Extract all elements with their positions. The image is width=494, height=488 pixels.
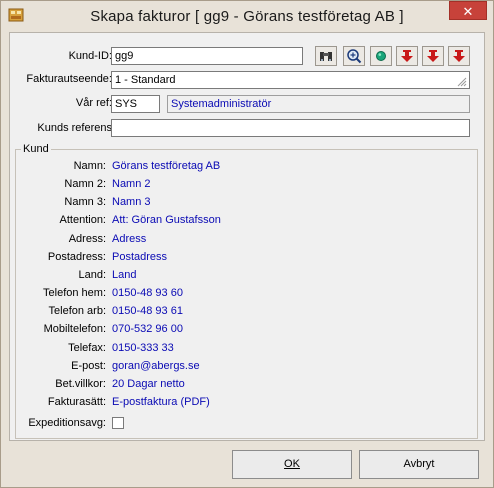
kund-id-input[interactable]: gg9 bbox=[111, 47, 303, 65]
kund-field-label: Mobiltelefon: bbox=[43, 323, 106, 335]
kund-field-value: 0150-48 93 60 bbox=[112, 287, 183, 299]
var-ref-code-input[interactable]: SYS bbox=[111, 95, 160, 113]
close-button[interactable]: ✕ bbox=[449, 1, 487, 20]
red-down-arrow-icon bbox=[401, 50, 413, 62]
kund-id-label: Kund-ID: bbox=[68, 50, 112, 62]
kund-field-value: Namn 3 bbox=[112, 196, 151, 208]
zoom-in-icon bbox=[347, 49, 362, 64]
ok-button-label: OK bbox=[284, 458, 300, 470]
resize-grip-icon bbox=[457, 77, 467, 87]
kunds-referens-label: Kunds referens bbox=[37, 122, 112, 134]
kund-field-label: Telefon hem: bbox=[43, 287, 106, 299]
avbryt-button-label: Avbryt bbox=[403, 458, 435, 470]
kund-field-value: 20 Dagar netto bbox=[112, 378, 185, 390]
expeditionsavg-label: Expeditionsavg: bbox=[28, 417, 106, 429]
kund-field-value: 070-532 96 00 bbox=[112, 323, 183, 335]
kund-field-label: Adress: bbox=[68, 233, 106, 245]
status-button[interactable] bbox=[370, 46, 392, 66]
action-button-2[interactable] bbox=[422, 46, 444, 66]
fakturautseende-label: Fakturautseende: bbox=[26, 73, 112, 85]
kund-field-value: Att: Göran Gustafsson bbox=[112, 214, 221, 226]
binoculars-icon bbox=[320, 52, 332, 61]
kund-field-value: E-postfaktura (PDF) bbox=[112, 396, 210, 408]
avbryt-button[interactable]: Avbryt bbox=[359, 450, 479, 479]
window-title: Skapa fakturor [ gg9 - Görans testföreta… bbox=[90, 8, 404, 25]
fakturautseende-value: 1 - Standard bbox=[115, 74, 176, 86]
zoom-button[interactable] bbox=[343, 46, 365, 66]
kund-field-label: Telefax: bbox=[68, 342, 106, 354]
kund-field-value: Land bbox=[112, 269, 137, 281]
kund-field-value: goran@abergs.se bbox=[112, 360, 200, 372]
green-circle-icon bbox=[376, 51, 386, 61]
kund-field-label: Land: bbox=[78, 269, 106, 281]
action-button-1[interactable] bbox=[396, 46, 418, 66]
kund-field-value: Namn 2 bbox=[112, 178, 151, 190]
dialog-window: Skapa fakturor [ gg9 - Görans testföreta… bbox=[0, 0, 494, 488]
kund-group-title: Kund bbox=[21, 143, 51, 155]
kund-field-label: Namn 3: bbox=[64, 196, 106, 208]
kunds-referens-input[interactable] bbox=[111, 119, 470, 137]
kund-field-label: Namn 2: bbox=[64, 178, 106, 190]
title-bar[interactable]: Skapa fakturor [ gg9 - Görans testföreta… bbox=[1, 1, 493, 31]
expeditionsavg-checkbox[interactable] bbox=[112, 417, 124, 429]
kund-field-value: Görans testföretag AB bbox=[112, 160, 221, 172]
kund-field-label: Attention: bbox=[59, 214, 106, 226]
kund-field-label: Namn: bbox=[73, 160, 106, 172]
action-button-3[interactable] bbox=[448, 46, 470, 66]
kund-field-value: Postadress bbox=[112, 251, 168, 263]
kund-field-label: Fakturasätt: bbox=[47, 396, 106, 408]
var-ref-label: Vår ref: bbox=[75, 97, 112, 109]
red-down-arrow-icon bbox=[453, 50, 465, 62]
kund-field-value: 0150-48 93 61 bbox=[112, 305, 183, 317]
kund-field-value: Adress bbox=[112, 233, 147, 245]
var-ref-name-field: Systemadministratör bbox=[167, 95, 470, 113]
kund-field-label: Bet.villkor: bbox=[55, 378, 106, 390]
kund-field-label: E-post: bbox=[71, 360, 106, 372]
form-panel: Kund-ID: gg9 Fakturautseende: 1 - Standa… bbox=[9, 32, 485, 441]
ok-button[interactable]: OK bbox=[232, 450, 352, 479]
kund-field-label: Postadress: bbox=[47, 251, 106, 263]
fakturautseende-select[interactable]: 1 - Standard bbox=[111, 71, 470, 89]
search-button[interactable] bbox=[315, 46, 337, 66]
kund-field-value: 0150-333 33 bbox=[112, 342, 174, 354]
kund-field-label: Telefon arb: bbox=[48, 305, 106, 317]
red-down-arrow-icon bbox=[427, 50, 439, 62]
